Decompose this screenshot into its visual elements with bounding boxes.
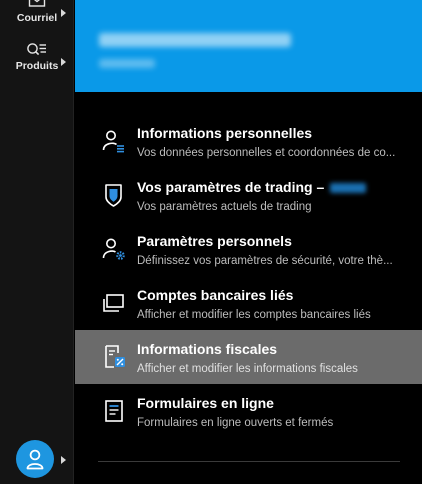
- menu-item-title: Informations fiscales: [137, 341, 278, 357]
- rail-item-products-label: Produits: [15, 60, 59, 72]
- account-name-redacted: [99, 33, 291, 47]
- menu-item-personal-settings[interactable]: Paramètres personnels Définissez vos par…: [75, 222, 422, 276]
- person-list-icon: [102, 130, 124, 153]
- menu-item-title-text: Vos paramètres de trading –: [137, 179, 325, 195]
- menu-item-title: Paramètres personnels: [137, 233, 292, 249]
- shield-icon: [105, 184, 122, 207]
- menu-item-online-forms[interactable]: Formulaires en ligne Formulaires en lign…: [75, 384, 422, 438]
- rail-item-mail-label: Courriel: [16, 12, 58, 24]
- chevron-right-icon: [61, 58, 66, 66]
- menu-item-linked-bank-accounts[interactable]: Comptes bancaires liés Afficher et modif…: [75, 276, 422, 330]
- menu-item-description: Définissez vos paramètres de sécurité, v…: [137, 255, 393, 267]
- account-header: [75, 0, 422, 92]
- settings-menu: Informations personnelles Vos données pe…: [75, 114, 422, 438]
- app-window: Courriel Produits Informations personnel…: [0, 0, 422, 484]
- form-document-icon: [105, 400, 123, 422]
- chevron-right-icon: [61, 9, 66, 17]
- profile-avatar-button[interactable]: [16, 440, 54, 478]
- menu-item-personal-info[interactable]: Informations personnelles Vos données pe…: [75, 114, 422, 168]
- account-subtitle-redacted: [99, 59, 155, 68]
- tax-document-icon: [105, 345, 125, 368]
- person-gear-icon: [102, 238, 125, 260]
- menu-item-description: Vos paramètres actuels de trading: [137, 201, 312, 213]
- chevron-right-icon: [61, 456, 66, 464]
- menu-item-title: Comptes bancaires liés: [137, 287, 294, 303]
- rail-item-mail[interactable]: Courriel: [0, 0, 74, 34]
- menu-item-trading-settings[interactable]: Vos paramètres de trading – Vos paramètr…: [75, 168, 422, 222]
- account-id-redacted: [330, 183, 367, 194]
- user-icon: [26, 449, 44, 470]
- products-search-icon: [27, 43, 46, 56]
- menu-item-title: Formulaires en ligne: [137, 395, 274, 411]
- menu-item-title: Informations personnelles: [137, 125, 313, 141]
- menu-item-description: Afficher et modifier les comptes bancair…: [137, 309, 371, 321]
- menu-item-title: Vos paramètres de trading –: [137, 179, 367, 195]
- divider: [98, 461, 400, 462]
- menu-item-description: Vos données personnelles et coordonnées …: [137, 147, 396, 159]
- linked-windows-icon: [103, 294, 124, 312]
- menu-item-description: Afficher et modifier les informations fi…: [137, 363, 358, 375]
- menu-item-description: Formulaires en ligne ouverts et fermés: [137, 417, 334, 429]
- menu-item-tax-info[interactable]: Informations fiscales Afficher et modifi…: [75, 330, 422, 384]
- left-rail: Courriel Produits: [0, 0, 74, 484]
- mail-icon: [28, 0, 46, 7]
